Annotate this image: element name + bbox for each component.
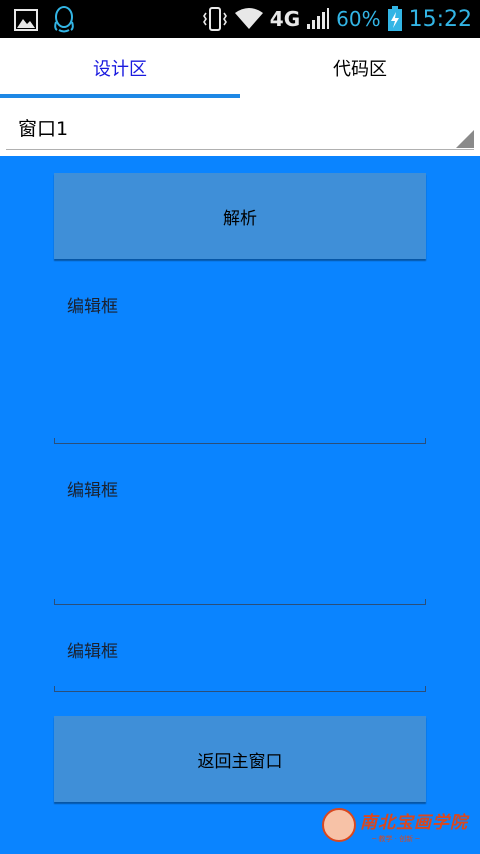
edit-box[interactable]: 编辑框	[54, 460, 426, 605]
watermark-logo: 南北宝画学院 ─ 教学 · 创新 ─	[322, 804, 474, 848]
edit-box[interactable]: 编辑框	[54, 621, 426, 692]
status-bar: 4G 60% 15:22	[0, 0, 480, 38]
signal-icon	[306, 7, 330, 31]
network-type: 4G	[269, 7, 301, 31]
tab-design[interactable]: 设计区	[0, 38, 240, 98]
edit-box-text: 编辑框	[67, 642, 118, 662]
battery-charging-icon	[387, 6, 403, 32]
parse-button[interactable]: 解析	[54, 173, 426, 259]
edit-box[interactable]: 编辑框	[54, 274, 426, 444]
logo-emblem-icon	[322, 808, 356, 842]
vibrate-icon	[202, 6, 228, 32]
back-to-main-button[interactable]: 返回主窗口	[54, 716, 426, 802]
spinner-value: 窗口1	[18, 118, 69, 140]
clock: 15:22	[408, 6, 472, 32]
edit-box-text: 编辑框	[67, 297, 118, 317]
image-icon	[14, 8, 38, 32]
tab-bar: 设计区 代码区	[0, 38, 480, 98]
dropdown-arrow-icon	[456, 130, 474, 148]
tab-code[interactable]: 代码区	[240, 38, 480, 98]
design-canvas: 解析 编辑框 编辑框 编辑框 返回主窗口 南北宝画学院 ─ 教学 · 创新 ─	[0, 156, 480, 854]
watermark-subtext: ─ 教学 · 创新 ─	[372, 835, 420, 843]
battery-percent: 60%	[336, 7, 381, 31]
qq-icon	[52, 6, 76, 34]
edit-box-text: 编辑框	[67, 481, 118, 501]
watermark-text: 南北宝画学院	[360, 813, 468, 833]
wifi-icon	[234, 7, 264, 31]
window-spinner[interactable]: 窗口1	[6, 106, 474, 150]
